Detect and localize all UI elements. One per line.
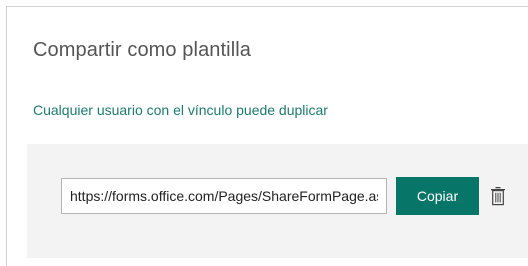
share-link-input[interactable]	[61, 178, 387, 214]
share-permission-text: Cualquier usuario con el vínculo puede d…	[33, 102, 328, 118]
panel-title: Compartir como plantilla	[33, 39, 252, 61]
trash-icon[interactable]	[490, 186, 506, 206]
share-link-area: Copiar	[27, 144, 528, 258]
share-template-panel: Compartir como plantilla Cualquier usuar…	[6, 6, 528, 266]
copy-button[interactable]: Copiar	[396, 177, 479, 215]
